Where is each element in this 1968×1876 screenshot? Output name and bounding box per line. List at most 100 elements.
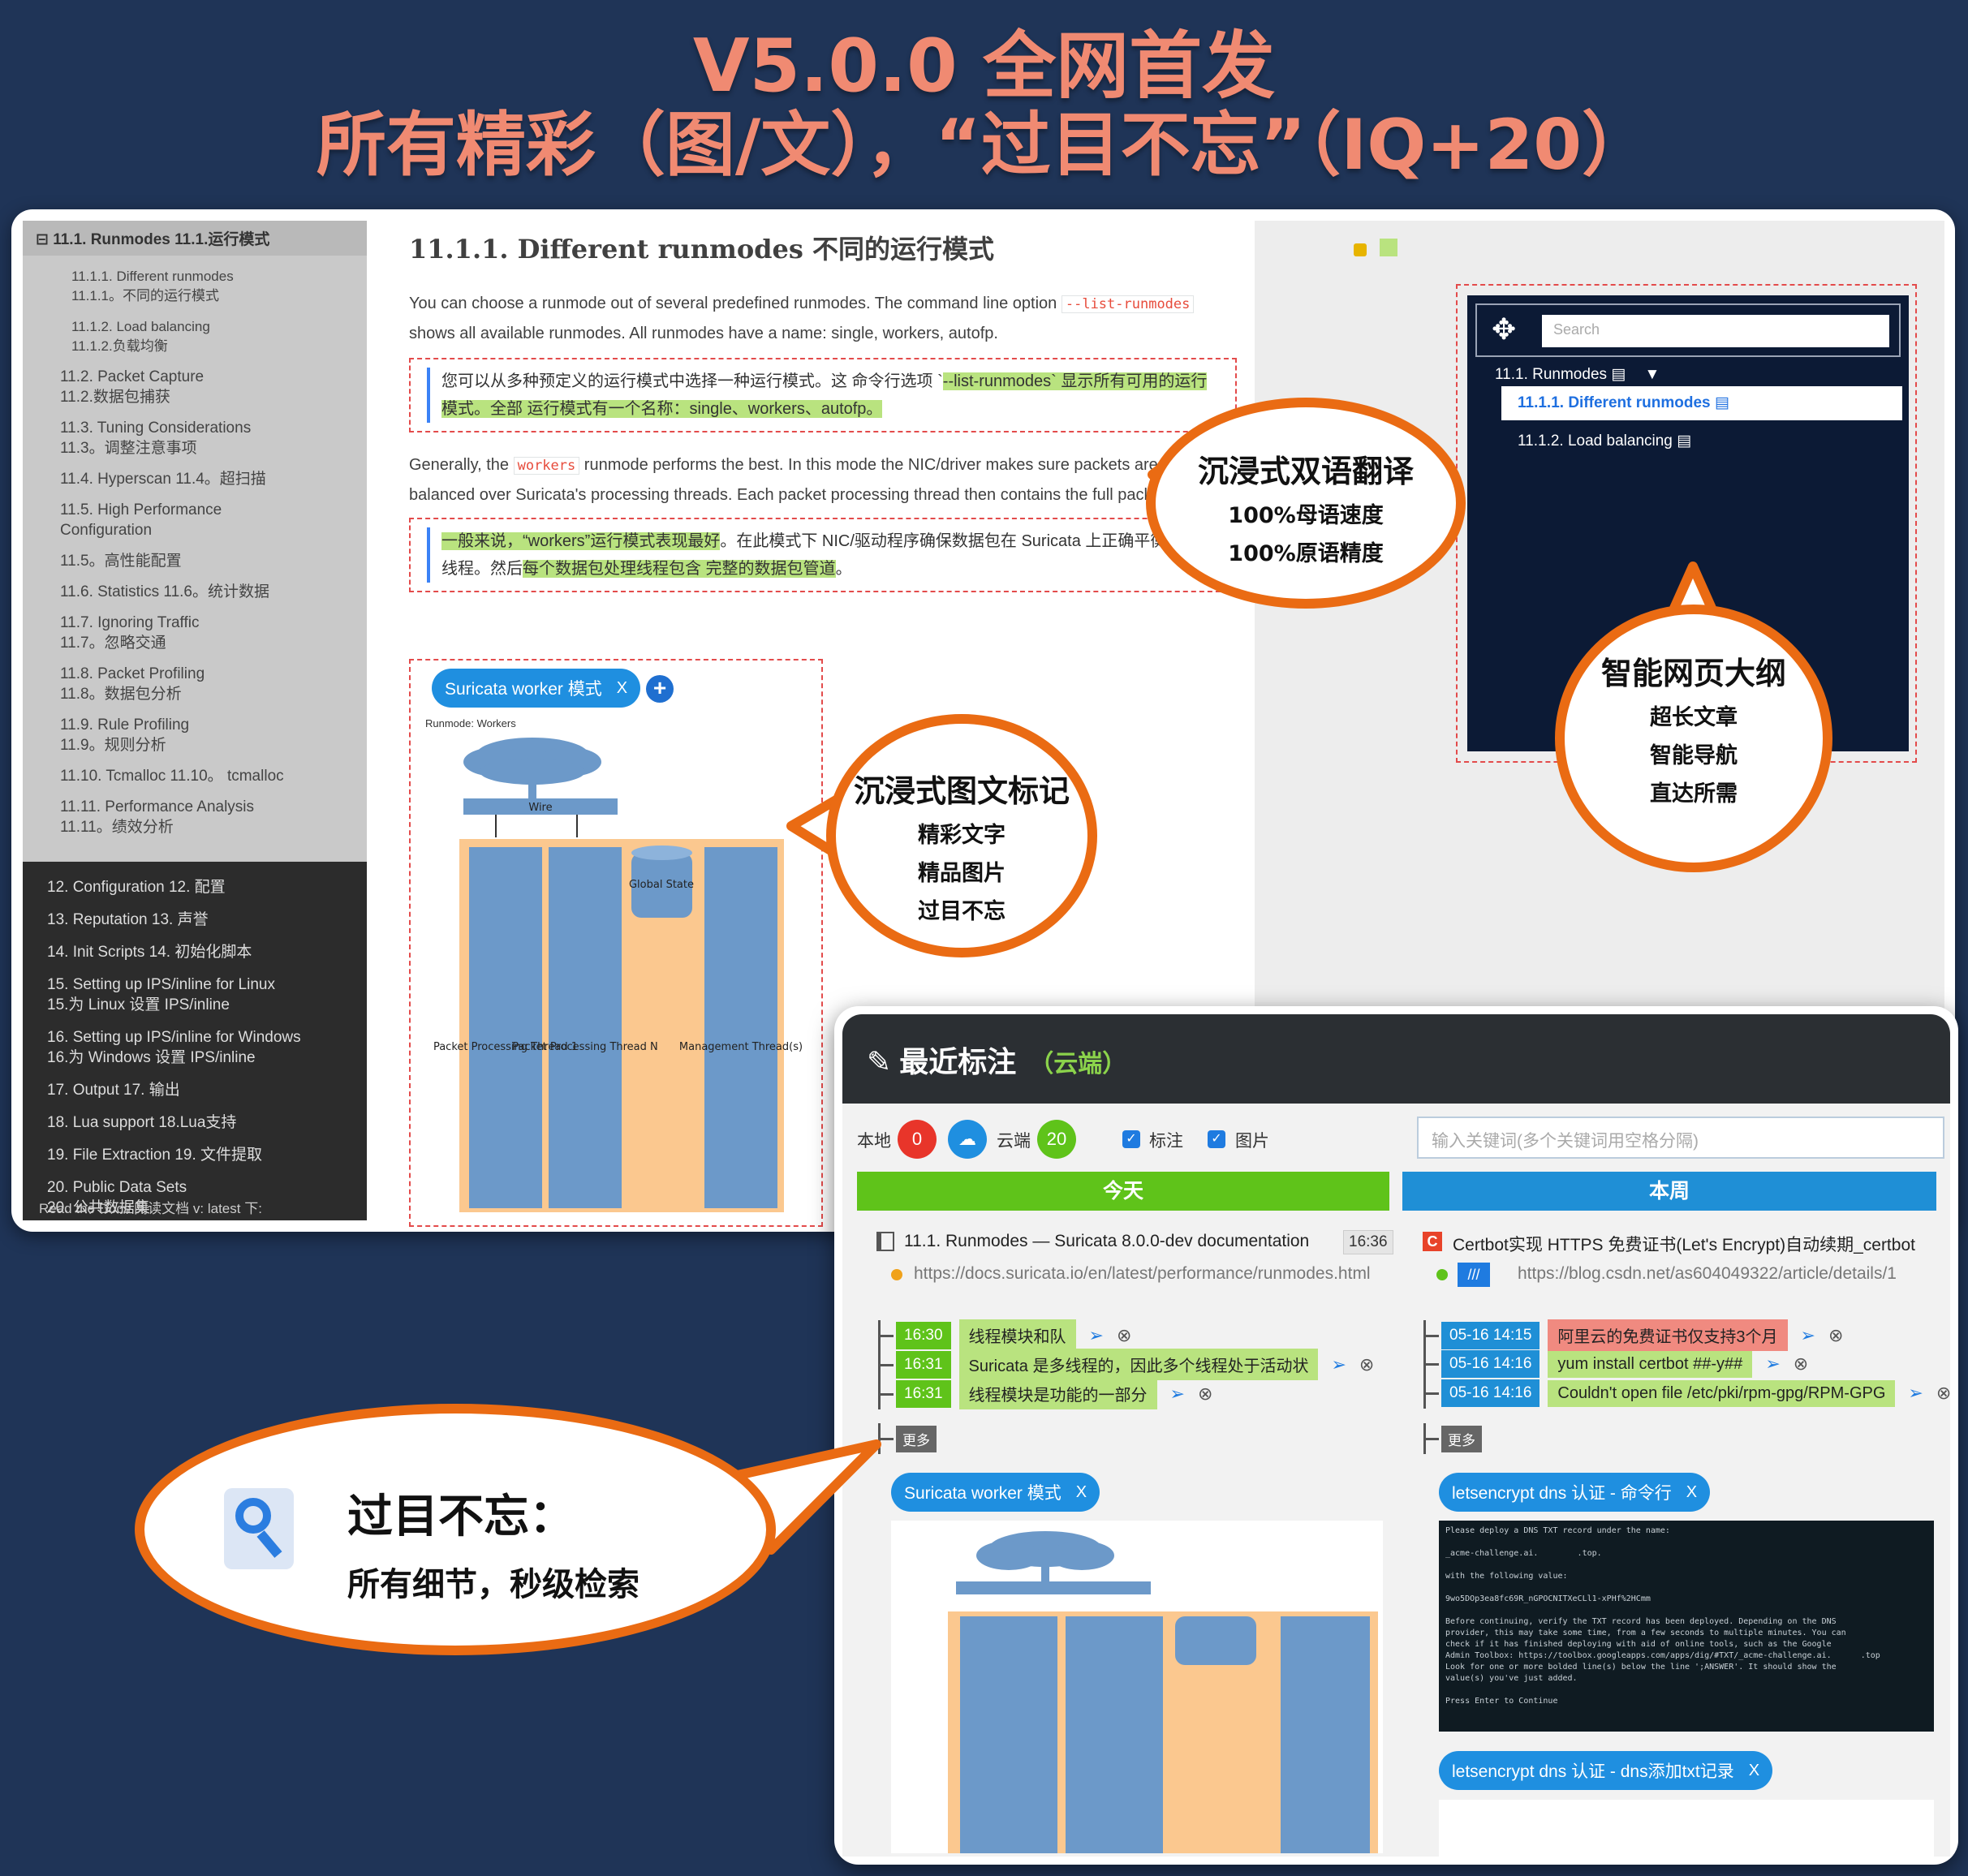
- sidebar-subitem-line1: 11.1.1. Different runmodes: [71, 269, 234, 284]
- week-entry-url[interactable]: https://blog.csdn.net/as604049322/articl…: [1518, 1264, 1940, 1284]
- sidebar-item-line1: 20. Public Data Sets: [47, 1179, 187, 1196]
- sidebar-item[interactable]: 11.7. Ignoring Traffic 11.7。忽略交通: [23, 613, 367, 653]
- sidebar-item-line1: 17. Output 17. 输出: [47, 1082, 180, 1099]
- sidebar-item[interactable]: 19. File Extraction 19. 文件提取: [23, 1145, 367, 1165]
- delete-icon[interactable]: ⊗: [1828, 1325, 1843, 1346]
- sidebar-item-line1: 18. Lua support 18.Lua支持: [47, 1114, 237, 1131]
- sidebar-item[interactable]: 17. Output 17. 输出: [23, 1080, 367, 1100]
- tree-branch: [1423, 1378, 1441, 1409]
- mark-text[interactable]: 线程模块和队: [958, 1319, 1076, 1351]
- sidebar-item[interactable]: 11.5. High Performance Configuration: [23, 500, 367, 540]
- image-mark-box[interactable]: Suricata worker 模式 X + Runmode: Workers W…: [409, 659, 823, 1227]
- pin-icon[interactable]: [1354, 243, 1367, 256]
- sidebar-item[interactable]: 15. Setting up IPS/inline for Linux 15.为 …: [23, 975, 367, 1015]
- thread-n-label: Packet Processing Thread N: [512, 1041, 658, 1053]
- mark-text[interactable]: Suricata 是多线程的，因此多个线程处于活动状: [958, 1349, 1319, 1380]
- sidebar-item[interactable]: 11.3. Tuning Considerations 11.3。调整注意事项: [23, 418, 367, 458]
- sidebar-item[interactable]: 13. Reputation 13. 声誉: [23, 910, 367, 930]
- tree-branch: [878, 1349, 896, 1380]
- csdn-icon: C: [1423, 1232, 1442, 1251]
- bubble-outline: 智能网页大纲 超长文章 智能导航 直达所需: [1555, 605, 1832, 872]
- sidebar-item[interactable]: 11.11. Performance Analysis 11.11。绩效分析: [23, 797, 367, 837]
- cloud-count-badge[interactable]: 20: [1037, 1120, 1076, 1159]
- sidebar-item[interactable]: 11.8. Packet Profiling 11.8。数据包分析: [23, 664, 367, 704]
- send-icon[interactable]: ➢: [1331, 1354, 1346, 1375]
- send-icon[interactable]: ➢: [1765, 1353, 1780, 1375]
- sidebar-item-line2: 15.为 Linux 设置 IPS/inline: [47, 996, 230, 1013]
- sidebar-item[interactable]: 11.6. Statistics 11.6。统计数据: [23, 582, 367, 602]
- week-image-tag-1[interactable]: letsencrypt dns 认证 - 命令行 X: [1439, 1473, 1711, 1512]
- local-count-badge[interactable]: 0: [898, 1120, 937, 1159]
- move-icon[interactable]: ✥: [1492, 315, 1516, 344]
- today-mark-row[interactable]: 16:31 Suricata 是多线程的，因此多个线程处于活动状 ➢ ⊗: [878, 1349, 1374, 1380]
- chevron-down-icon[interactable]: ▼: [1645, 366, 1660, 383]
- week-image-tag-2[interactable]: letsencrypt dns 认证 - dns添加txt记录 X: [1439, 1751, 1773, 1790]
- today-mark-row[interactable]: 16:30 线程模块和队 ➢ ⊗: [878, 1319, 1131, 1351]
- cloud-label: （云端）: [1029, 1051, 1127, 1078]
- close-icon[interactable]: X: [1686, 1483, 1697, 1502]
- today-mark-row[interactable]: 16:31 线程模块是功能的一部分 ➢ ⊗: [878, 1378, 1212, 1409]
- today-image-tag[interactable]: Suricata worker 模式 X: [891, 1473, 1100, 1512]
- sidebar-item[interactable]: 18. Lua support 18.Lua支持: [23, 1112, 367, 1133]
- bubble-translation: 沉浸式双语翻译 100%母语速度 100%原语精度: [1146, 398, 1466, 609]
- keyword-search-input[interactable]: 输入关键词(多个关键词用空格分隔): [1417, 1117, 1944, 1159]
- add-tag-button[interactable]: +: [646, 675, 674, 703]
- today-image-thumb: [891, 1521, 1383, 1853]
- delete-icon[interactable]: ⊗: [1359, 1354, 1374, 1375]
- sidebar-item[interactable]: 11.9. Rule Profiling 11.9。规则分析: [23, 715, 367, 755]
- outline-item-different-runmodes[interactable]: 11.1.1. Different runmodes ▤: [1501, 386, 1902, 420]
- highlight-icon[interactable]: [1380, 239, 1398, 256]
- mark-time: 16:30: [896, 1321, 951, 1349]
- close-icon[interactable]: X: [1749, 1762, 1759, 1780]
- sidebar-item[interactable]: 11.2. Packet Capture 11.2.数据包捕获: [23, 367, 367, 407]
- mark-time: 16:31: [896, 1350, 951, 1379]
- search-doc-icon: [224, 1488, 294, 1569]
- sidebar-item[interactable]: 11.10. Tcmalloc 11.10。 tcmalloc: [23, 766, 367, 786]
- week-mark-row[interactable]: 05-16 14:16 yum install certbot ##-y## ➢ ⊗: [1423, 1349, 1808, 1379]
- delete-icon[interactable]: ⊗: [1936, 1383, 1951, 1404]
- filter-image-checkbox[interactable]: ✓: [1208, 1130, 1225, 1148]
- sidebar-item[interactable]: 11.4. Hyperscan 11.4。超扫描: [23, 469, 367, 489]
- mark-text[interactable]: yum install certbot ##-y##: [1548, 1350, 1753, 1378]
- sidebar-item-line1: 11.5. High Performance: [60, 501, 222, 518]
- send-icon[interactable]: ➢: [1089, 1325, 1104, 1346]
- toolbar-icons[interactable]: [1354, 239, 1398, 260]
- send-icon[interactable]: ➢: [1908, 1383, 1923, 1404]
- delete-icon[interactable]: ⊗: [1117, 1325, 1131, 1346]
- sidebar-subitem[interactable]: 11.1.1. Different runmodes 11.1.1。不同的运行模式: [23, 267, 367, 306]
- sidebar-item[interactable]: 11.5。高性能配置: [23, 551, 367, 571]
- today-entry-url[interactable]: https://docs.suricata.io/en/latest/perfo…: [914, 1264, 1388, 1284]
- sidebar-subitem-line2: 11.1.2.负载均衡: [71, 338, 168, 354]
- filter-mark-checkbox[interactable]: ✓: [1122, 1130, 1140, 1148]
- send-icon[interactable]: ➢: [1801, 1325, 1815, 1346]
- outline-item-runmodes[interactable]: 11.1. Runmodes ▤ ▼: [1495, 365, 1660, 384]
- cloud-sync-icon[interactable]: ☁: [948, 1120, 987, 1159]
- delete-icon[interactable]: ⊗: [1198, 1383, 1212, 1405]
- mark-text[interactable]: 线程模块是功能的一部分: [958, 1378, 1157, 1409]
- outline-search-input[interactable]: Search: [1542, 315, 1889, 347]
- sidebar-item[interactable]: 14. Init Scripts 14. 初始化脚本: [23, 942, 367, 962]
- close-icon[interactable]: X: [617, 679, 627, 698]
- sidebar-item-line2: 11.7。忽略交通: [60, 635, 166, 652]
- doc-icon: [876, 1232, 894, 1251]
- delete-icon[interactable]: ⊗: [1794, 1353, 1808, 1375]
- close-icon[interactable]: X: [1076, 1483, 1087, 1502]
- sidebar-item[interactable]: 16. Setting up IPS/inline for Windows 16.…: [23, 1027, 367, 1068]
- outline-item-load-balancing[interactable]: 11.1.2. Load balancing ▤: [1518, 432, 1691, 450]
- sidebar-subitem[interactable]: 11.1.2. Load balancing 11.1.2.负载均衡: [23, 317, 367, 356]
- week-mark-row[interactable]: 05-16 14:15 阿里云的免费证书仅支持3个月 ➢ ⊗: [1423, 1319, 1843, 1351]
- mark-text[interactable]: 阿里云的免费证书仅支持3个月: [1548, 1319, 1788, 1351]
- mark-text[interactable]: Couldn't open file /etc/pki/rpm-gpg/RPM-…: [1548, 1379, 1896, 1407]
- read-the-docs-footer[interactable]: Read the Docs 阅读文档 v: latest 下:: [39, 1197, 262, 1217]
- today-entry-title[interactable]: 11.1. Runmodes — Suricata 8.0.0-dev docu…: [904, 1232, 1342, 1251]
- translation-block-1[interactable]: 您可以从多种预定义的运行模式中选择一种运行模式。这 命令行选项 `--list-…: [409, 358, 1237, 432]
- translation-block-2[interactable]: 一般来说，“workers”运行模式表现最好。在此模式下 NIC/驱动程序确保数…: [409, 518, 1237, 592]
- send-icon[interactable]: ➢: [1170, 1383, 1185, 1405]
- sidebar-current-section[interactable]: ⊟ 11.1. Runmodes 11.1.运行模式: [23, 221, 367, 256]
- today-more-row[interactable]: 更多: [878, 1423, 937, 1454]
- sidebar-item[interactable]: 12. Configuration 12. 配置: [23, 877, 367, 897]
- week-entry-title[interactable]: Certbot实现 HTTPS 免费证书(Let's Encrypt)自动续期_…: [1453, 1232, 1940, 1256]
- week-more-row[interactable]: 更多: [1423, 1423, 1482, 1454]
- image-tag[interactable]: Suricata worker 模式 X: [432, 669, 641, 708]
- week-mark-row[interactable]: 05-16 14:16 Couldn't open file /etc/pki/r…: [1423, 1378, 1951, 1409]
